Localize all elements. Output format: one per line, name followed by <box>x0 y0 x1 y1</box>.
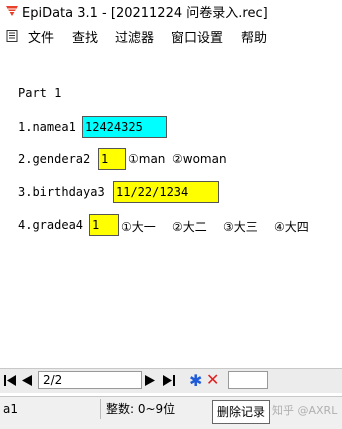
delete-record-icon[interactable]: ✕ <box>206 370 219 389</box>
grade-option-1: ①大一 <box>121 220 156 234</box>
menu-find[interactable]: 查找 <box>72 27 98 46</box>
gradea4-field[interactable]: 1 <box>89 214 119 236</box>
status-divider <box>100 399 101 419</box>
status-field-name: a1 <box>3 402 18 416</box>
last-record-icon[interactable] <box>163 375 175 386</box>
part-heading: Part 1 <box>18 86 62 100</box>
menu-filter[interactable]: 过滤器 <box>115 27 154 46</box>
search-box[interactable] <box>228 371 268 389</box>
q2-label: 2.gendera2 <box>18 152 91 166</box>
new-record-icon[interactable]: ✱ <box>189 371 202 390</box>
gender-option-man: ①man <box>128 152 166 166</box>
birthdaya3-field[interactable]: 11/22/1234 <box>113 181 219 203</box>
delete-record-tooltip: 删除记录 <box>212 400 271 424</box>
document-menu-icon[interactable] <box>6 30 18 42</box>
gender-option-woman: ②woman <box>172 152 227 166</box>
gendera2-field[interactable]: 1 <box>98 148 126 170</box>
menu-bar: 文件 查找 过滤器 窗口设置 帮助 <box>0 24 342 46</box>
menu-window-settings[interactable]: 窗口设置 <box>171 27 223 46</box>
grade-option-4: ④大四 <box>274 220 309 234</box>
title-bar: EpiData 3.1 - [20211224 问卷录入.rec] <box>0 0 342 22</box>
first-record-icon[interactable] <box>4 375 16 386</box>
watermark: 知乎 @AXRL <box>272 404 338 417</box>
menu-help[interactable]: 帮助 <box>241 27 267 46</box>
q1-label: 1.namea1 <box>18 120 76 134</box>
q4-label: 4.gradea4 <box>18 218 84 232</box>
data-entry-form: Part 1 1.namea1 12424325 2.gendera2 1 ①m… <box>0 46 342 366</box>
record-navigator: 2/2 ✱ ✕ <box>0 368 342 393</box>
grade-option-3: ③大三 <box>223 220 258 234</box>
status-field-type: 整数: 0~9位 <box>106 402 176 416</box>
grade-option-2: ②大二 <box>172 220 207 234</box>
epidata-app-icon <box>6 6 18 16</box>
next-record-icon[interactable] <box>145 375 155 386</box>
prev-record-icon[interactable] <box>22 375 32 386</box>
namea1-field[interactable]: 12424325 <box>82 116 167 138</box>
window-title: EpiData 3.1 - [20211224 问卷录入.rec] <box>22 6 268 21</box>
record-counter[interactable]: 2/2 <box>38 371 142 389</box>
q3-label: 3.birthdaya3 <box>18 185 105 199</box>
menu-file[interactable]: 文件 <box>28 27 54 46</box>
